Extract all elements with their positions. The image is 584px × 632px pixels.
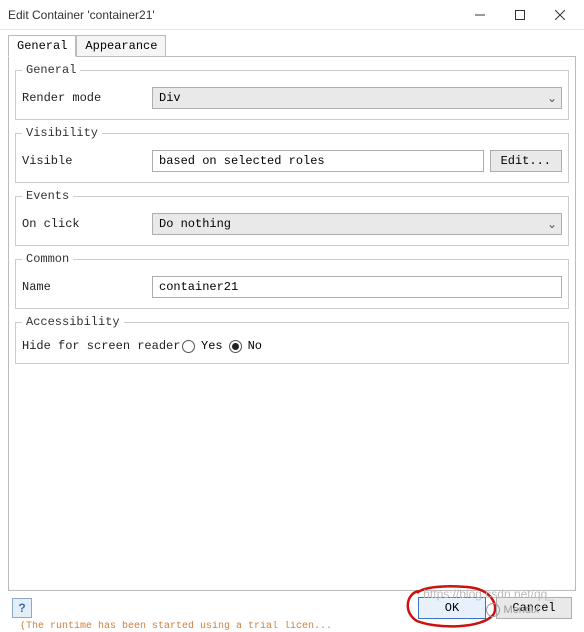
tabs: General Appearance [8, 35, 576, 57]
radio-yes[interactable] [182, 340, 195, 353]
visible-field[interactable]: based on selected roles [152, 150, 484, 172]
help-icon: ? [18, 601, 25, 615]
maximize-button[interactable] [500, 0, 540, 30]
close-button[interactable] [540, 0, 580, 30]
group-general: General Render mode Div ⌄ [15, 63, 569, 120]
chevron-down-icon: ⌄ [547, 217, 557, 232]
on-click-value: Do nothing [159, 217, 231, 231]
radio-no[interactable] [229, 340, 242, 353]
tab-page-general: General Render mode Div ⌄ Visibility Vis… [8, 56, 576, 591]
on-click-label: On click [22, 217, 152, 231]
footer: ? OK Cancel [0, 597, 584, 619]
group-accessibility: Accessibility Hide for screen reader Yes… [15, 315, 569, 364]
maximize-icon [515, 10, 525, 20]
tab-general[interactable]: General [8, 35, 76, 57]
hide-screen-reader-label: Hide for screen reader [22, 339, 182, 353]
name-label: Name [22, 280, 152, 294]
row-visible: Visible based on selected roles Edit... [22, 150, 562, 172]
ok-button[interactable]: OK [418, 597, 486, 619]
row-hide-screen-reader: Hide for screen reader Yes No [22, 339, 562, 353]
chevron-down-icon: ⌄ [547, 91, 557, 106]
render-mode-label: Render mode [22, 91, 152, 105]
radio-yes-label: Yes [201, 339, 223, 353]
close-icon [555, 10, 565, 20]
row-render-mode: Render mode Div ⌄ [22, 87, 562, 109]
tab-appearance[interactable]: Appearance [76, 35, 166, 57]
ok-wrap: OK [418, 597, 486, 619]
group-events: Events On click Do nothing ⌄ [15, 189, 569, 246]
name-value: container21 [159, 280, 238, 294]
hide-screen-reader-radios: Yes No [182, 339, 262, 353]
radio-no-label: No [248, 339, 262, 353]
render-mode-value: Div [159, 91, 181, 105]
visible-label: Visible [22, 154, 152, 168]
window-title: Edit Container 'container21' [8, 8, 460, 22]
group-general-legend: General [22, 63, 80, 77]
render-mode-select[interactable]: Div ⌄ [152, 87, 562, 109]
group-visibility: Visibility Visible based on selected rol… [15, 126, 569, 183]
row-on-click: On click Do nothing ⌄ [22, 213, 562, 235]
help-button[interactable]: ? [12, 598, 32, 618]
name-input[interactable]: container21 [152, 276, 562, 298]
group-accessibility-legend: Accessibility [22, 315, 124, 329]
group-visibility-legend: Visibility [22, 126, 102, 140]
content: General Appearance General Render mode D… [0, 30, 584, 591]
group-events-legend: Events [22, 189, 73, 203]
group-common: Common Name container21 [15, 252, 569, 309]
cancel-button[interactable]: Cancel [496, 597, 572, 619]
titlebar: Edit Container 'container21' [0, 0, 584, 30]
edit-visibility-button[interactable]: Edit... [490, 150, 562, 172]
cutoff-text: (The runtime has been started using a tr… [0, 621, 584, 631]
row-name: Name container21 [22, 276, 562, 298]
on-click-select[interactable]: Do nothing ⌄ [152, 213, 562, 235]
visible-value: based on selected roles [159, 154, 325, 168]
minimize-icon [475, 10, 485, 20]
group-common-legend: Common [22, 252, 73, 266]
minimize-button[interactable] [460, 0, 500, 30]
